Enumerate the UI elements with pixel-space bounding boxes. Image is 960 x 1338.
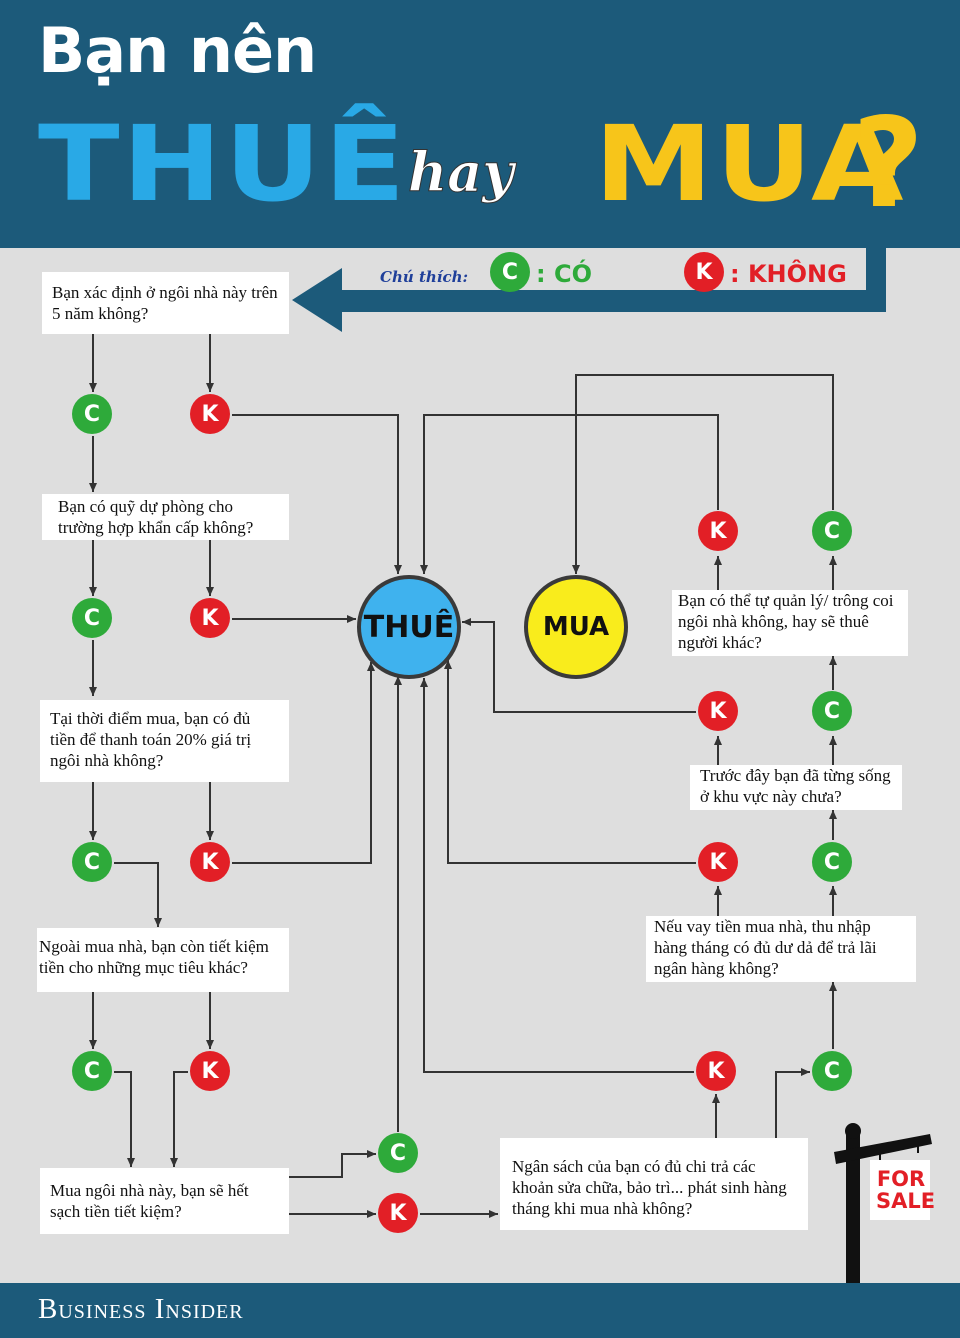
edge-k4-q5 xyxy=(170,1071,188,1167)
node-no: K xyxy=(698,842,738,882)
flow-connectors xyxy=(89,248,932,1283)
node-no: K xyxy=(378,1193,418,1233)
node-yes: C xyxy=(72,1051,112,1091)
legend-no-node: K xyxy=(684,252,724,292)
edge-c3-q4 xyxy=(114,862,162,927)
edge-k6-rent xyxy=(420,678,694,1073)
node-no: K xyxy=(190,1051,230,1091)
node-yes: C xyxy=(378,1133,418,1173)
edge-q6-yes xyxy=(775,1068,810,1138)
node-yes: C xyxy=(72,598,112,638)
question-20-percent-down: Tại thời điểm mua, bạn có đủ tiền để tha… xyxy=(40,700,289,782)
node-no: K xyxy=(190,842,230,882)
question-manage-home: Bạn có thể tự quản lý/ trông coi ngôi nh… xyxy=(672,590,908,656)
node-yes: C xyxy=(812,1051,852,1091)
edge-k9-rent xyxy=(420,414,719,574)
node-no: K xyxy=(698,691,738,731)
question-loan-interest: Nếu vay tiền mua nhà, thu nhập hàng thán… xyxy=(646,916,916,982)
node-yes: C xyxy=(812,842,852,882)
node-no: K xyxy=(190,598,230,638)
edge-q5-yes xyxy=(289,1150,376,1178)
node-yes: C xyxy=(812,511,852,551)
sign-line-1: FOR xyxy=(876,1167,926,1191)
question-deplete-savings: Mua ngôi nhà này, bạn sẽ hết sạch tiền t… xyxy=(40,1168,289,1234)
footer-brand: Business Insider xyxy=(38,1293,244,1325)
question-maintenance-budget: Ngân sách của bạn có đủ chi trả các khoả… xyxy=(500,1138,808,1230)
question-other-savings: Ngoài mua nhà, bạn còn tiết kiệm tiền ch… xyxy=(37,928,289,992)
outcome-buy: MUA xyxy=(524,575,628,679)
question-stay-5-years: Bạn xác định ở ngôi nhà này trên 5 năm k… xyxy=(42,272,289,334)
sign-line-2: SALE xyxy=(876,1189,936,1213)
node-no: K xyxy=(698,511,738,551)
edge-c4-q5 xyxy=(114,1071,135,1167)
node-yes: C xyxy=(72,394,112,434)
question-lived-in-area: Trước đây bạn đã từng sống ở khu vực này… xyxy=(690,765,902,810)
for-sale-sign: FOR SALE xyxy=(876,1167,936,1213)
legend-label: Chú thích: xyxy=(380,268,469,286)
question-emergency-fund: Bạn có quỹ dự phòng cho trường hợp khẩn … xyxy=(42,494,289,540)
edge-k7-rent xyxy=(444,660,696,864)
legend-yes-node: C xyxy=(490,252,530,292)
node-yes: C xyxy=(812,691,852,731)
node-yes: C xyxy=(72,842,112,882)
legend-no-text: : KHÔNG xyxy=(730,260,847,288)
node-no: K xyxy=(696,1051,736,1091)
outcome-rent: THUÊ xyxy=(357,575,461,679)
legend-yes-text: : CÓ xyxy=(536,260,592,288)
node-no: K xyxy=(190,394,230,434)
